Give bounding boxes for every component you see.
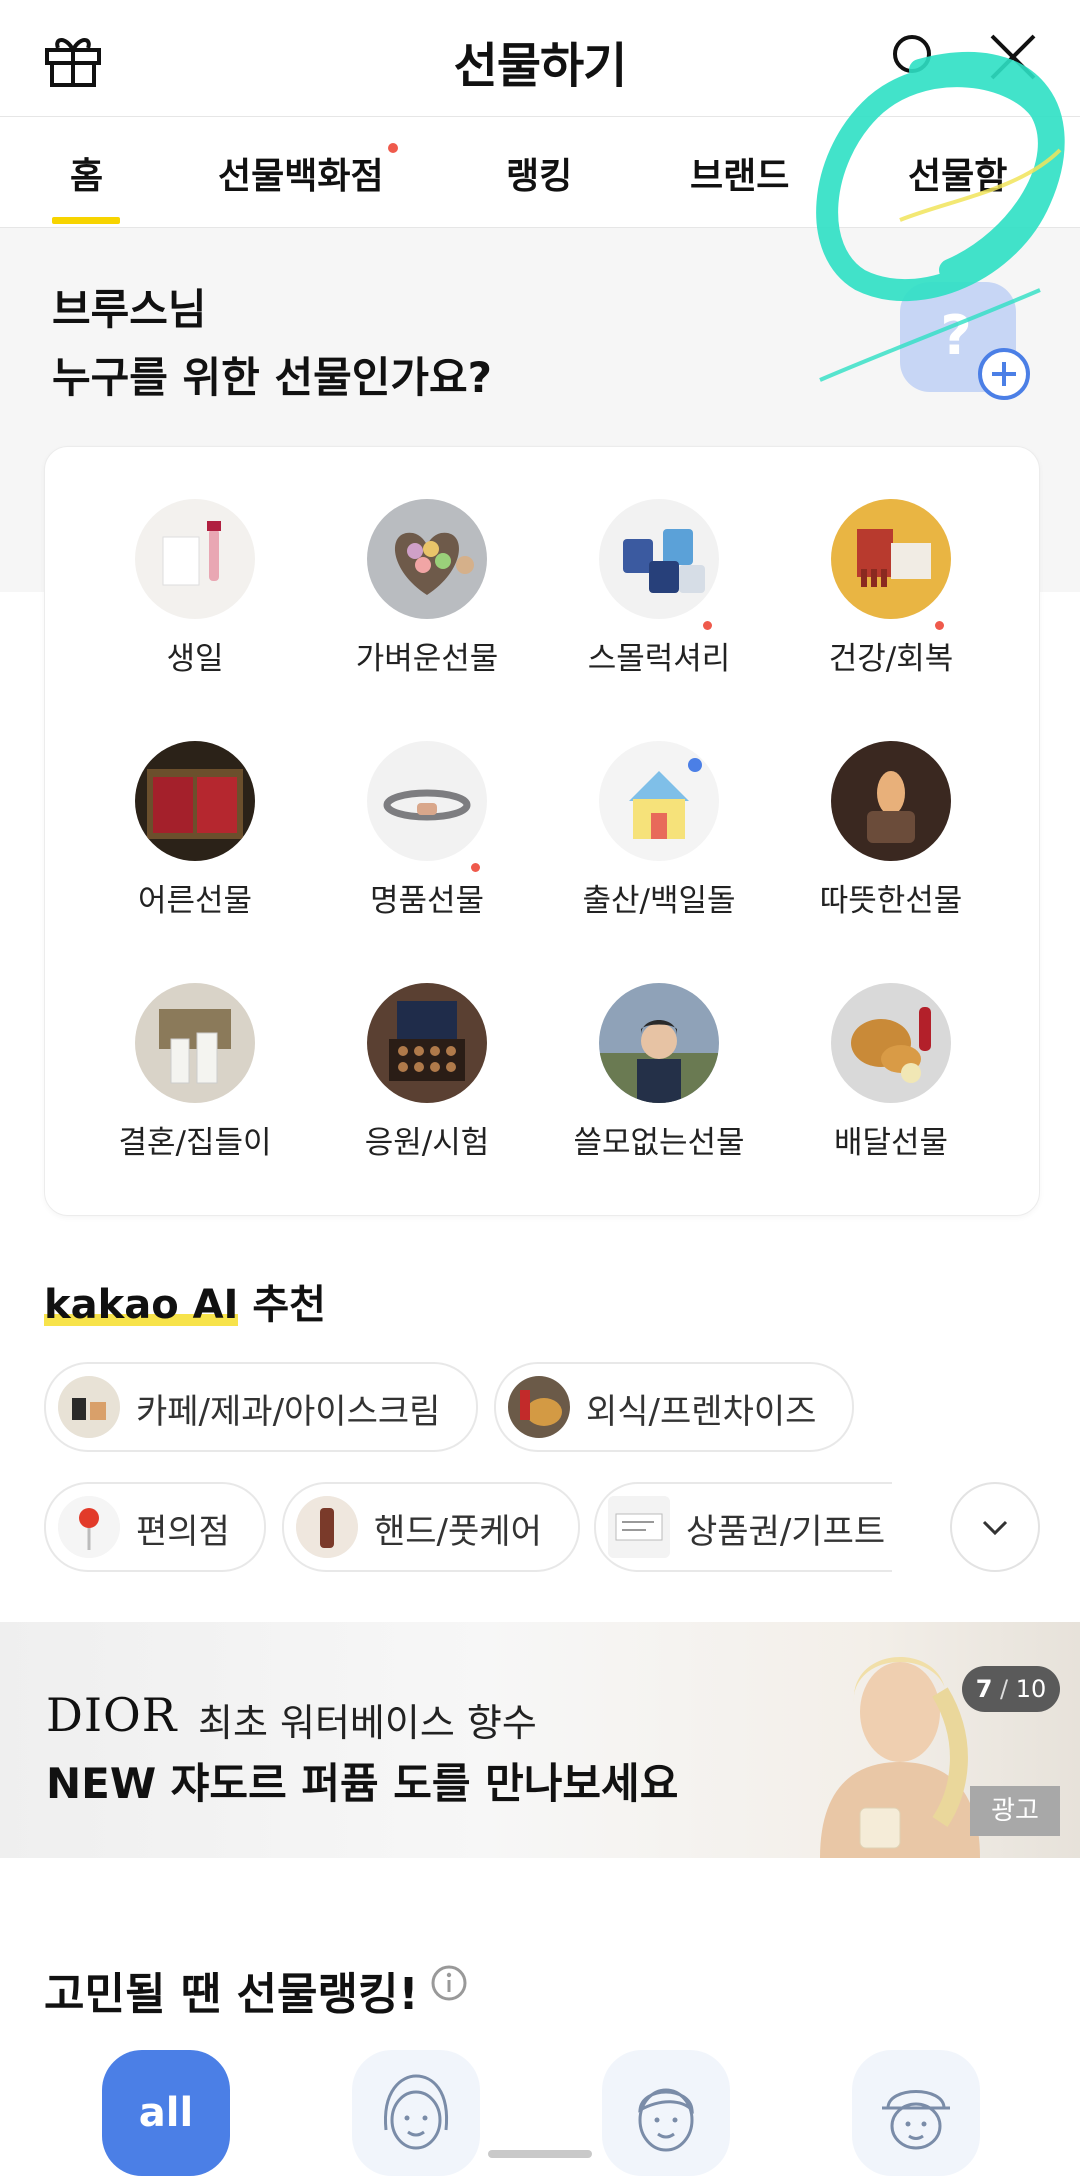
chip-label: 편의점 — [136, 1512, 230, 1552]
category-label: 배달선물 — [833, 1125, 949, 1161]
category-thumbnail — [135, 499, 255, 619]
category-label: 출산/백일돌 — [582, 883, 736, 919]
category-label: 쓸모없는선물 — [573, 1125, 745, 1161]
banner-page-indicator: 7 / 10 — [962, 1666, 1060, 1712]
chip-label: 외식/프렌차이즈 — [586, 1392, 817, 1432]
category-label: 건강/회복 — [828, 641, 954, 677]
tab-label: 홈 — [70, 156, 104, 197]
category-birthday[interactable]: 생일 — [79, 499, 311, 699]
category-baby[interactable]: 출산/백일돌 — [543, 741, 775, 941]
chip-restaurant[interactable]: 외식/프렌차이즈 — [494, 1362, 854, 1452]
category-warm[interactable]: 따뜻한선물 — [775, 741, 1007, 941]
tab-label: 랭킹 — [506, 156, 573, 197]
woman-face-icon — [384, 2074, 449, 2150]
new-dot — [471, 863, 480, 872]
category-label: 스몰럭셔리 — [587, 641, 731, 677]
home-indicator[interactable] — [488, 2150, 592, 2158]
category-elders[interactable]: 어른선물 — [79, 741, 311, 941]
page-current: 7 — [975, 1675, 993, 1703]
category-label: 응원/시험 — [364, 1125, 490, 1161]
chip-label: 카페/제과/아이스크림 — [136, 1392, 441, 1432]
category-label: 결혼/집들이 — [118, 1125, 272, 1161]
new-dot — [387, 143, 398, 153]
category-thumbnail — [599, 499, 719, 619]
new-dot — [935, 621, 944, 630]
chip-cafe[interactable]: 카페/제과/아이스크림 — [44, 1362, 478, 1452]
new-dot — [703, 621, 712, 630]
ranking-title: 고민될 땐 선물랭킹! — [44, 1969, 419, 2020]
close-icon[interactable] — [986, 30, 1040, 84]
category-label: 명품선물 — [369, 883, 485, 919]
ad-banner[interactable]: DIOR 최초 워터베이스 향수 NEW 쟈도르 퍼퓸 도를 만나보세요 7 /… — [0, 1622, 1080, 1858]
chip-voucher[interactable]: 상품권/기프트 — [594, 1482, 892, 1572]
category-light-gift[interactable]: 가벼운선물 — [311, 499, 543, 699]
category-thumbnail — [831, 741, 951, 861]
chip-convenience[interactable]: 편의점 — [44, 1482, 266, 1572]
banner-model-image — [820, 1657, 980, 1858]
ai-recommend-title: kakao AI 추천 — [44, 1272, 326, 1330]
active-tab-indicator — [52, 217, 120, 224]
tab-gift-department[interactable]: 선물백화점 — [218, 143, 398, 199]
chip-thumbnail — [58, 1376, 120, 1438]
child-face-icon — [882, 2090, 950, 2150]
category-label: 가벼운선물 — [355, 641, 499, 677]
category-health[interactable]: 건강/회복 — [775, 499, 1007, 699]
category-thumbnail — [599, 741, 719, 861]
ad-label: 광고 — [970, 1786, 1060, 1836]
chip-thumbnail — [608, 1496, 670, 1558]
banner-brand: DIOR — [46, 1688, 178, 1742]
ranking-filter-all[interactable]: all — [102, 2050, 230, 2176]
chip-thumbnail — [508, 1376, 570, 1438]
tab-label: 브랜드 — [690, 156, 790, 197]
tab-ranking[interactable]: 랭킹 — [506, 147, 572, 199]
man-face-icon — [638, 2088, 694, 2152]
add-friend-icon[interactable]: ? — [898, 278, 1032, 404]
category-thumbnail — [367, 741, 487, 861]
category-thumbnail — [599, 983, 719, 1103]
category-thumbnail — [135, 983, 255, 1103]
category-label: 생일 — [166, 641, 224, 677]
category-cheer[interactable]: 응원/시험 — [311, 983, 543, 1183]
app-header: 선물하기 — [0, 0, 1080, 116]
greeting-question: 누구를 위한 선물인가요? — [52, 353, 493, 402]
tab-label: 선물함 — [908, 156, 1008, 197]
ranking-filter-woman[interactable] — [352, 2050, 480, 2176]
category-label: 따뜻한선물 — [819, 883, 963, 919]
category-card: 생일 가벼운선물 스몰럭셔리 건강/회복 어른선물 명품선물 출산/백일돌 따뜻… — [44, 446, 1040, 1216]
chip-label: 상품권/기프트 — [686, 1512, 886, 1552]
tab-home[interactable]: 홈 — [70, 147, 103, 199]
expand-chips-button[interactable] — [950, 1482, 1040, 1572]
ranking-filter-child[interactable] — [852, 2050, 980, 2176]
ai-brand: kakao AI — [44, 1282, 239, 1328]
category-luxury[interactable]: 명품선물 — [311, 741, 543, 941]
chip-hand-foot[interactable]: 핸드/풋케어 — [282, 1482, 580, 1572]
category-label: 어른선물 — [137, 883, 253, 919]
page-total: 10 — [1015, 1675, 1047, 1703]
category-thumbnail — [831, 499, 951, 619]
banner-line1: 최초 워터베이스 향수 — [198, 1701, 537, 1745]
search-icon[interactable] — [888, 30, 940, 82]
ranking-filter-man[interactable] — [602, 2050, 730, 2176]
chevron-down-icon — [982, 1520, 1008, 1536]
category-thumbnail — [367, 983, 487, 1103]
category-wedding[interactable]: 결혼/집들이 — [79, 983, 311, 1183]
ai-title-suffix: 추천 — [252, 1282, 326, 1328]
category-thumbnail — [367, 499, 487, 619]
chip-thumbnail — [296, 1496, 358, 1558]
category-thumbnail — [831, 983, 951, 1103]
svg-text:?: ? — [940, 304, 971, 367]
chip-label: 핸드/풋케어 — [374, 1512, 542, 1552]
info-icon[interactable] — [430, 1964, 468, 2002]
category-thumbnail — [135, 741, 255, 861]
tab-label: 선물백화점 — [218, 156, 384, 197]
category-small-luxury[interactable]: 스몰럭셔리 — [543, 499, 775, 699]
tab-bar: 홈 선물백화점 랭킹 브랜드 선물함 — [0, 116, 1080, 228]
greeting-name: 브루스님 — [52, 285, 207, 334]
category-delivery[interactable]: 배달선물 — [775, 983, 1007, 1183]
banner-line2: NEW 쟈도르 퍼퓸 도를 만나보세요 — [46, 1759, 679, 1808]
tab-brand[interactable]: 브랜드 — [690, 147, 789, 199]
chip-thumbnail — [58, 1496, 120, 1558]
tab-gift-box[interactable]: 선물함 — [908, 147, 1007, 199]
category-useless[interactable]: 쓸모없는선물 — [543, 983, 775, 1183]
